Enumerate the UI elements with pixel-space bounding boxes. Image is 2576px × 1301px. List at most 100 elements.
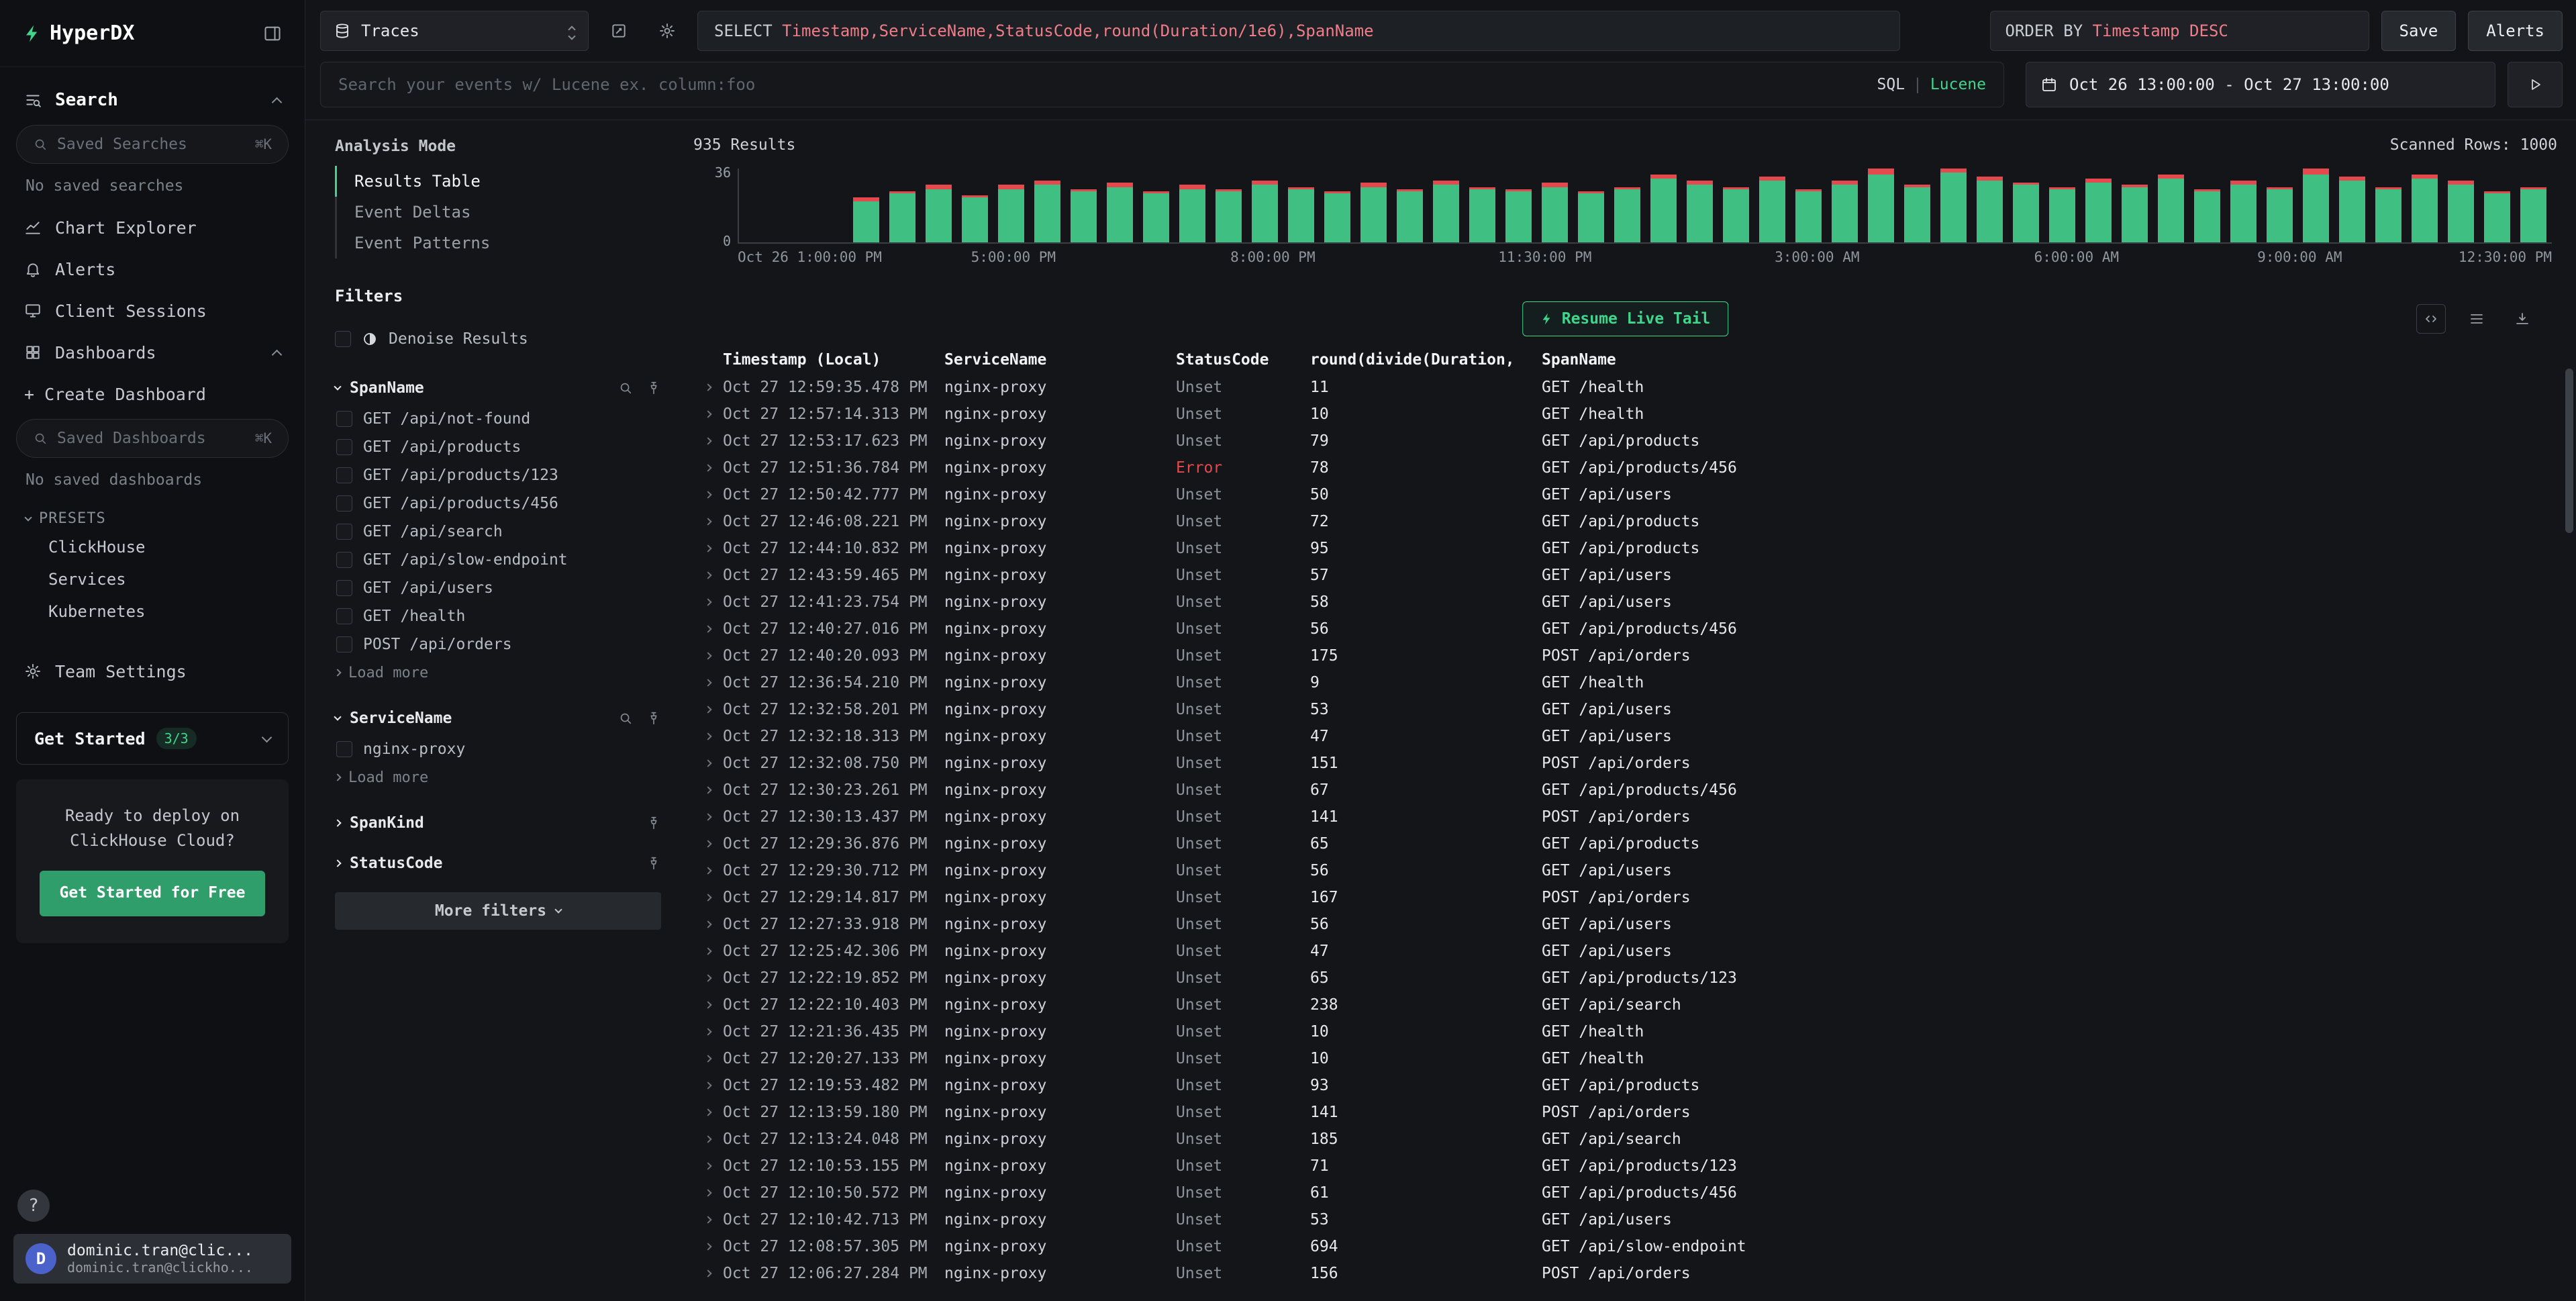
chart-bar[interactable] <box>1355 168 1391 242</box>
table-row[interactable]: Oct 27 12:32:08.750 PMnginx-proxyUnset15… <box>693 750 2557 777</box>
checkbox[interactable] <box>336 439 352 455</box>
table-row[interactable]: Oct 27 12:29:36.876 PMnginx-proxyUnset65… <box>693 830 2557 857</box>
chart-bar[interactable] <box>2371 168 2407 242</box>
chart-bar[interactable] <box>2516 168 2552 242</box>
table-row[interactable]: Oct 27 12:32:58.201 PMnginx-proxyUnset53… <box>693 696 2557 723</box>
chart-bar[interactable] <box>1464 168 1500 242</box>
table-row[interactable]: Oct 27 12:51:36.784 PMnginx-proxyError78… <box>693 454 2557 481</box>
search-icon[interactable] <box>618 711 633 726</box>
row-expand-icon[interactable] <box>693 1217 723 1222</box>
chart-bar[interactable] <box>2153 168 2189 242</box>
row-expand-icon[interactable] <box>693 1056 723 1061</box>
filter-option[interactable]: GET /health <box>335 602 661 630</box>
chart-bar[interactable] <box>1536 168 1573 242</box>
row-expand-icon[interactable] <box>693 1110 723 1115</box>
resume-live-tail-button[interactable]: Resume Live Tail <box>1522 301 1729 336</box>
column-config-icon[interactable] <box>2416 304 2446 334</box>
mode-results-table[interactable]: Results Table <box>335 166 661 197</box>
chart-bar[interactable] <box>1319 168 1355 242</box>
table-row[interactable]: Oct 27 12:20:27.133 PMnginx-proxyUnset10… <box>693 1045 2557 1072</box>
filter-option[interactable]: GET /api/products/123 <box>335 461 661 489</box>
get-started-card[interactable]: Get Started 3/3 <box>16 712 289 765</box>
pin-icon[interactable] <box>646 711 661 726</box>
table-row[interactable]: Oct 27 12:27:33.918 PMnginx-proxyUnset56… <box>693 911 2557 938</box>
table-row[interactable]: Oct 27 12:13:59.180 PMnginx-proxyUnset14… <box>693 1099 2557 1126</box>
mode-event-patterns[interactable]: Event Patterns <box>335 228 661 258</box>
order-by-input[interactable]: ORDER BY Timestamp DESC <box>1990 11 2369 51</box>
row-expand-icon[interactable] <box>693 492 723 497</box>
row-expand-icon[interactable] <box>693 734 723 739</box>
chart-bar[interactable] <box>1681 168 1718 242</box>
sidebar-item-search[interactable]: Search <box>0 79 305 121</box>
chart-bar[interactable] <box>848 168 884 242</box>
filter-option[interactable]: GET /api/not-found <box>335 405 661 433</box>
filter-group-statuscode[interactable]: StatusCode <box>335 855 661 872</box>
chart-bar[interactable] <box>1174 168 1210 242</box>
chevron-up-icon[interactable] <box>272 349 283 360</box>
chart-bar[interactable] <box>1029 168 1065 242</box>
row-expand-icon[interactable] <box>693 412 723 417</box>
table-row[interactable]: Oct 27 12:59:35.478 PMnginx-proxyUnset11… <box>693 374 2557 401</box>
chart-bar[interactable] <box>1283 168 1319 242</box>
table-row[interactable]: Oct 27 12:21:36.435 PMnginx-proxyUnset10… <box>693 1018 2557 1045</box>
chart-plot[interactable] <box>738 168 2552 244</box>
chevron-up-icon[interactable] <box>272 97 283 107</box>
row-expand-icon[interactable] <box>693 949 723 954</box>
sql-select-input[interactable]: SELECT Timestamp,ServiceName,StatusCode,… <box>697 11 1900 51</box>
chart-bar[interactable] <box>1790 168 1826 242</box>
row-expand-icon[interactable] <box>693 1029 723 1034</box>
row-expand-icon[interactable] <box>693 1002 723 1008</box>
filter-option[interactable]: nginx-proxy <box>335 735 661 763</box>
saved-searches-input[interactable]: Saved Searches ⌘K <box>16 125 289 164</box>
chart-bar[interactable] <box>2008 168 2044 242</box>
search-icon[interactable] <box>618 381 633 395</box>
sidebar-item-dashboards[interactable]: Dashboards <box>0 332 305 373</box>
filter-option[interactable]: GET /api/search <box>335 518 661 546</box>
chart-bar[interactable] <box>993 168 1029 242</box>
row-expand-icon[interactable] <box>693 385 723 390</box>
get-started-free-button[interactable]: Get Started for Free <box>40 871 266 916</box>
lang-toggle-sql[interactable]: SQL <box>1877 76 1905 93</box>
filter-group-spanname[interactable]: SpanName <box>335 379 661 397</box>
col-timestamp[interactable]: Timestamp (Local) <box>723 351 944 369</box>
table-row[interactable]: Oct 27 12:10:50.572 PMnginx-proxyUnset61… <box>693 1179 2557 1206</box>
table-row[interactable]: Oct 27 12:43:59.465 PMnginx-proxyUnset57… <box>693 562 2557 589</box>
table-row[interactable]: Oct 27 12:57:14.313 PMnginx-proxyUnset10… <box>693 401 2557 428</box>
row-expand-icon[interactable] <box>693 841 723 847</box>
table-row[interactable]: Oct 27 12:30:23.261 PMnginx-proxyUnset67… <box>693 777 2557 804</box>
saved-dashboards-input[interactable]: Saved Dashboards ⌘K <box>16 419 289 458</box>
row-expand-icon[interactable] <box>693 707 723 712</box>
chart-bar[interactable] <box>739 168 775 242</box>
edit-source-icon[interactable] <box>601 11 637 51</box>
search-input[interactable]: Search your events w/ Lucene ex. column:… <box>320 62 2004 107</box>
table-row[interactable]: Oct 27 12:46:08.221 PMnginx-proxyUnset72… <box>693 508 2557 535</box>
checkbox[interactable] <box>336 636 352 653</box>
row-expand-icon[interactable] <box>693 438 723 444</box>
chart-bar[interactable] <box>1428 168 1464 242</box>
chart-bar[interactable] <box>2189 168 2226 242</box>
table-row[interactable]: Oct 27 12:50:42.777 PMnginx-proxyUnset50… <box>693 481 2557 508</box>
chart-bar[interactable] <box>2443 168 2479 242</box>
more-filters-button[interactable]: More filters <box>335 892 661 930</box>
chart-bar[interactable] <box>1210 168 1246 242</box>
row-expand-icon[interactable] <box>693 975 723 981</box>
checkbox[interactable] <box>336 495 352 512</box>
row-expand-icon[interactable] <box>693 814 723 820</box>
load-more-spanname[interactable]: Load more <box>335 659 661 687</box>
chart-bar[interactable] <box>1065 168 1101 242</box>
chart-bar[interactable] <box>2298 168 2334 242</box>
create-dashboard-button[interactable]: + Create Dashboard <box>0 373 305 415</box>
checkbox[interactable] <box>336 467 352 483</box>
events-histogram[interactable]: 36 0 Oct 26 1:00:00 PM5:00:00 PM8:00:00 … <box>693 168 2557 271</box>
filter-option[interactable]: GET /api/products/456 <box>335 489 661 518</box>
sidebar-item-chart-explorer[interactable]: Chart Explorer <box>0 207 305 248</box>
chart-bar[interactable] <box>1899 168 1936 242</box>
table-row[interactable]: Oct 27 12:25:42.306 PMnginx-proxyUnset47… <box>693 938 2557 965</box>
checkbox[interactable] <box>336 580 352 596</box>
help-button[interactable]: ? <box>17 1190 50 1222</box>
user-menu[interactable]: D dominic.tran@clic... dominic.tran@clic… <box>13 1234 291 1284</box>
col-spanname[interactable]: SpanName <box>1542 351 2557 369</box>
checkbox[interactable] <box>336 741 352 757</box>
col-duration[interactable]: round(divide(Duration, <box>1310 351 1542 369</box>
table-row[interactable]: Oct 27 12:40:27.016 PMnginx-proxyUnset56… <box>693 616 2557 642</box>
